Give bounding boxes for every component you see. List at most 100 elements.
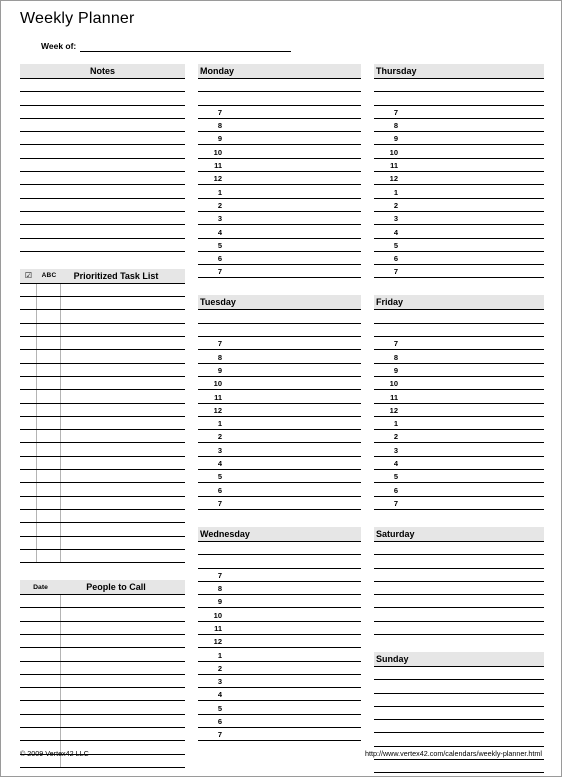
task-priority-cell[interactable] <box>37 363 61 376</box>
hour-row[interactable]: 7 <box>198 497 361 510</box>
task-list-row[interactable] <box>20 456 185 471</box>
hour-row[interactable]: 9 <box>198 364 361 377</box>
task-text-cell[interactable] <box>61 377 185 389</box>
task-text-cell[interactable] <box>61 364 185 376</box>
hour-row[interactable]: 3 <box>198 212 361 226</box>
task-priority-cell[interactable] <box>37 297 61 310</box>
task-list-row[interactable] <box>20 350 185 364</box>
day-blank-line[interactable] <box>374 733 544 747</box>
day-blank-line[interactable] <box>198 555 361 569</box>
task-done-cell[interactable] <box>20 430 37 443</box>
call-name-cell[interactable] <box>61 701 185 713</box>
task-text-cell[interactable] <box>61 523 185 535</box>
people-to-call-row[interactable] <box>20 634 185 649</box>
hour-row[interactable]: 1 <box>198 648 361 662</box>
hour-row[interactable]: 5 <box>198 239 361 252</box>
call-date-cell[interactable] <box>20 621 61 634</box>
day-blank-line[interactable] <box>198 324 361 338</box>
day-blank-line[interactable] <box>198 92 361 106</box>
day-blank-line[interactable] <box>198 542 361 556</box>
hour-row[interactable]: 2 <box>198 662 361 675</box>
hour-row[interactable]: 7 <box>198 106 361 119</box>
notes-line[interactable] <box>20 225 185 239</box>
hour-row[interactable]: 4 <box>198 457 361 471</box>
task-priority-cell[interactable] <box>37 549 61 563</box>
day-blank-line[interactable] <box>374 555 544 569</box>
call-name-cell[interactable] <box>61 622 185 634</box>
hour-row[interactable]: 12 <box>374 172 544 186</box>
notes-line[interactable] <box>20 106 185 119</box>
hour-row[interactable]: 10 <box>374 145 544 159</box>
hour-row[interactable]: 10 <box>198 377 361 391</box>
task-priority-cell[interactable] <box>37 456 61 470</box>
day-blank-line[interactable] <box>198 310 361 324</box>
people-to-call-row[interactable] <box>20 661 185 675</box>
task-text-cell[interactable] <box>61 284 185 296</box>
task-done-cell[interactable] <box>20 416 37 430</box>
task-list-row[interactable] <box>20 363 185 377</box>
task-priority-cell[interactable] <box>37 323 61 337</box>
hour-row[interactable]: 5 <box>374 470 544 484</box>
task-list-row[interactable] <box>20 310 185 324</box>
hour-row[interactable]: 7 <box>198 728 361 742</box>
task-priority-cell[interactable] <box>37 337 61 350</box>
hour-row[interactable]: 2 <box>374 430 544 444</box>
task-list-row[interactable] <box>20 390 185 404</box>
hour-row[interactable]: 10 <box>374 377 544 391</box>
people-to-call-row[interactable] <box>20 688 185 702</box>
hour-row[interactable]: 12 <box>198 635 361 649</box>
task-done-cell[interactable] <box>20 536 37 549</box>
day-blank-line[interactable] <box>374 694 544 707</box>
call-date-cell[interactable] <box>20 648 61 661</box>
day-blank-line[interactable] <box>374 569 544 582</box>
task-text-cell[interactable] <box>61 324 185 336</box>
task-done-cell[interactable] <box>20 443 37 456</box>
task-list-row[interactable] <box>20 376 185 391</box>
hour-row[interactable]: 4 <box>374 457 544 471</box>
hour-row[interactable]: 1 <box>198 417 361 431</box>
hour-row[interactable]: 8 <box>374 350 544 364</box>
call-name-cell[interactable] <box>61 635 185 647</box>
task-done-cell[interactable] <box>20 456 37 470</box>
task-list-row[interactable] <box>20 549 185 564</box>
task-priority-cell[interactable] <box>37 496 61 509</box>
task-priority-cell[interactable] <box>37 523 61 536</box>
notes-line[interactable] <box>20 119 185 133</box>
task-text-cell[interactable] <box>61 310 185 322</box>
people-to-call-row[interactable] <box>20 728 185 742</box>
task-done-cell[interactable] <box>20 390 37 403</box>
people-to-call-row[interactable] <box>20 648 185 662</box>
task-list-row[interactable] <box>20 337 185 351</box>
task-list-row[interactable] <box>20 283 185 298</box>
hour-row[interactable]: 8 <box>198 119 361 133</box>
call-name-cell[interactable] <box>61 595 185 607</box>
notes-line[interactable] <box>20 159 185 173</box>
day-blank-line[interactable] <box>374 707 544 721</box>
task-done-cell[interactable] <box>20 297 37 310</box>
call-name-cell[interactable] <box>61 675 185 687</box>
hour-row[interactable]: 1 <box>374 417 544 431</box>
task-done-cell[interactable] <box>20 310 37 323</box>
day-blank-line[interactable] <box>374 595 544 609</box>
task-list-row[interactable] <box>20 430 185 444</box>
task-text-cell[interactable] <box>61 417 185 429</box>
task-priority-cell[interactable] <box>37 403 61 416</box>
task-done-cell[interactable] <box>20 323 37 337</box>
people-to-call-row[interactable] <box>20 714 185 729</box>
day-blank-line[interactable] <box>374 310 544 324</box>
day-blank-line[interactable] <box>198 79 361 93</box>
task-priority-cell[interactable] <box>37 350 61 363</box>
day-blank-line[interactable] <box>374 667 544 681</box>
notes-line[interactable] <box>20 79 185 93</box>
hour-row[interactable]: 7 <box>374 265 544 279</box>
hour-row[interactable]: 4 <box>374 225 544 239</box>
task-done-cell[interactable] <box>20 337 37 350</box>
task-priority-cell[interactable] <box>37 416 61 430</box>
notes-line[interactable] <box>20 239 185 252</box>
call-date-cell[interactable] <box>20 701 61 714</box>
task-list-row[interactable] <box>20 297 185 311</box>
task-priority-cell[interactable] <box>37 283 61 297</box>
week-of-input[interactable] <box>80 40 291 52</box>
task-text-cell[interactable] <box>61 337 185 349</box>
people-to-call-row[interactable] <box>20 674 185 689</box>
